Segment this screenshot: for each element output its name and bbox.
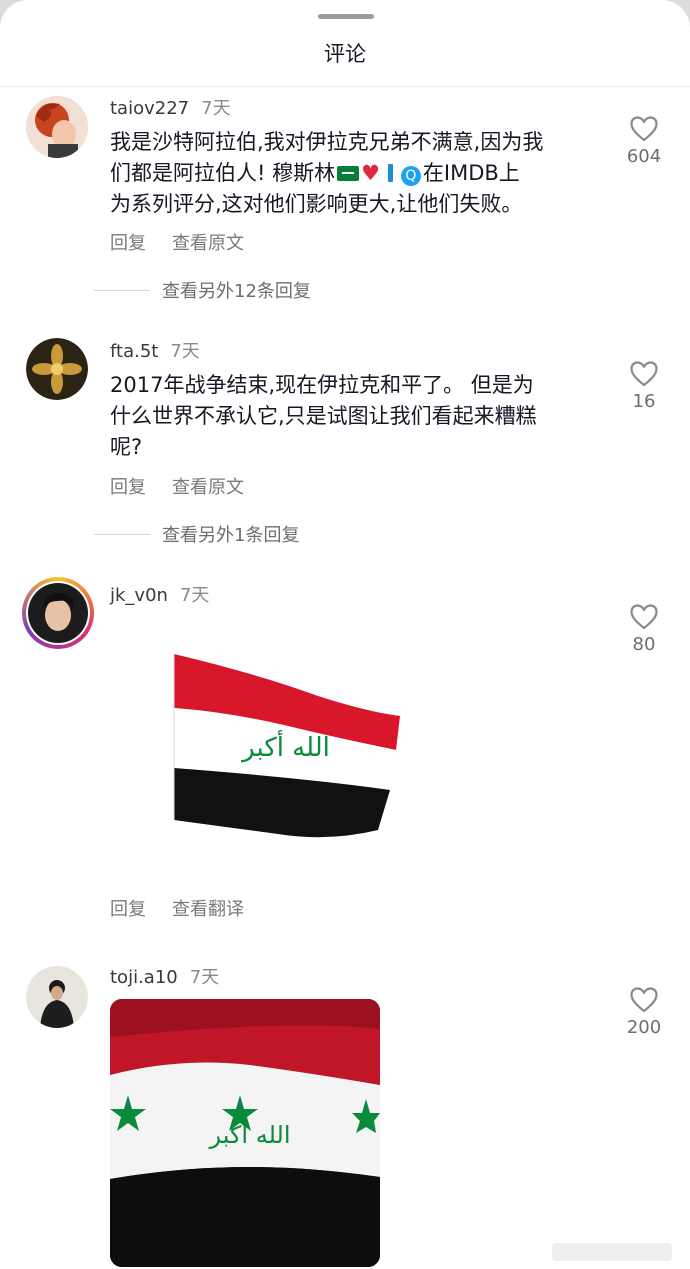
watermark-blur xyxy=(552,1243,672,1261)
view-original-button[interactable]: 查看原文 xyxy=(172,233,244,254)
header-divider xyxy=(0,86,690,87)
view-more-replies-button[interactable]: 查看另外1条回复 xyxy=(162,521,299,547)
comments-sheet: 评论 taiov227 7天 我是沙特阿拉伯,我对伊拉克兄弟不满意,因为我 们都是… xyxy=(0,0,690,1269)
heart-outline-icon[interactable] xyxy=(630,116,658,142)
flag-takbir-text: الله أكبر xyxy=(240,729,330,763)
red-heart-emoji-icon: ♥ xyxy=(361,161,380,185)
search-emoji-icon: Q xyxy=(400,166,421,186)
like-button[interactable]: 80 xyxy=(609,604,679,655)
reply-button[interactable]: 回复 xyxy=(110,233,146,254)
username-text[interactable]: fta.5t xyxy=(110,341,158,362)
comment-username[interactable]: jk_v0n 7天 xyxy=(110,581,209,607)
saudi-flag-emoji-icon xyxy=(337,166,360,181)
comment-actions: 回复 查看原文 xyxy=(110,229,270,255)
username-text[interactable]: toji.a10 xyxy=(110,967,178,988)
username-text[interactable]: jk_v0n xyxy=(110,585,168,606)
divider-line xyxy=(94,534,150,535)
like-count: 604 xyxy=(626,146,662,167)
comment-text-fragment: 在IMDB上 xyxy=(422,161,520,185)
like-button[interactable]: 604 xyxy=(609,116,679,167)
avatar[interactable] xyxy=(26,338,88,400)
comment-time: 7天 xyxy=(170,341,200,362)
reply-button[interactable]: 回复 xyxy=(110,477,146,498)
drag-handle[interactable] xyxy=(318,14,374,19)
heart-outline-icon[interactable] xyxy=(630,987,658,1013)
sheet-title: 评论 xyxy=(324,42,366,66)
reply-button[interactable]: 回复 xyxy=(110,899,146,920)
comment-text-line: 呢? xyxy=(110,435,143,459)
comment-text-line: 为系列评分,这对他们影响更大,让他们失败。 xyxy=(110,192,523,216)
divider-line xyxy=(94,290,150,291)
comment-actions: 回复 查看原文 xyxy=(110,473,270,499)
comment-username[interactable]: fta.5t 7天 xyxy=(110,337,200,363)
iraq-flag-sticker: الله أكبر xyxy=(168,650,404,845)
view-original-button[interactable]: 查看原文 xyxy=(172,477,244,498)
like-count: 80 xyxy=(632,634,656,655)
comment-text-line: 我是沙特阿拉伯,我对伊拉克兄弟不满意,因为我 xyxy=(110,130,544,154)
iraq-flag-photo[interactable]: الله أكبر xyxy=(110,999,380,1267)
view-more-replies-button[interactable]: 查看另外12条回复 xyxy=(162,277,311,303)
comment-text-line: 2017年战争结束,现在伊拉克和平了。 但是为 xyxy=(110,373,534,397)
comment-username[interactable]: taiov227 7天 xyxy=(110,94,231,120)
like-count: 16 xyxy=(632,391,656,412)
heart-outline-icon[interactable] xyxy=(630,361,658,387)
blue-bar-emoji-icon xyxy=(387,164,393,182)
flag-takbir-text: الله أكبر xyxy=(209,1119,291,1149)
comment-text: 我是沙特阿拉伯,我对伊拉克兄弟不满意,因为我 们都是阿拉伯人! 穆斯林 ♥ Q 在IM… xyxy=(110,127,610,220)
avatar[interactable] xyxy=(26,966,88,1028)
like-button[interactable]: 200 xyxy=(609,987,679,1038)
comment-time: 7天 xyxy=(179,585,210,606)
view-translation-button[interactable]: 查看翻译 xyxy=(172,899,244,920)
comment-text-line: 什么世界不承认它,只是试图让我们看起来糟糕 xyxy=(110,404,537,428)
comment-actions: 回复 查看翻译 xyxy=(110,895,270,921)
comment-username[interactable]: toji.a10 7天 xyxy=(110,963,219,989)
comment-text-fragment: 们都是阿拉伯人! 穆斯林 xyxy=(110,161,336,185)
avatar[interactable] xyxy=(26,96,88,158)
avatar[interactable] xyxy=(22,577,94,649)
comment-time: 7天 xyxy=(201,98,231,119)
like-count: 200 xyxy=(626,1017,662,1038)
like-button[interactable]: 16 xyxy=(609,361,679,412)
comment-text-line: 们都是阿拉伯人! 穆斯林 ♥ Q 在IMDB上 xyxy=(110,158,610,189)
username-text[interactable]: taiov227 xyxy=(110,98,189,119)
heart-outline-icon[interactable] xyxy=(630,604,658,630)
avatar-photo xyxy=(26,581,90,645)
comment-time: 7天 xyxy=(189,967,220,988)
comment-text: 2017年战争结束,现在伊拉克和平了。 但是为 什么世界不承认它,只是试图让我们… xyxy=(110,370,610,463)
